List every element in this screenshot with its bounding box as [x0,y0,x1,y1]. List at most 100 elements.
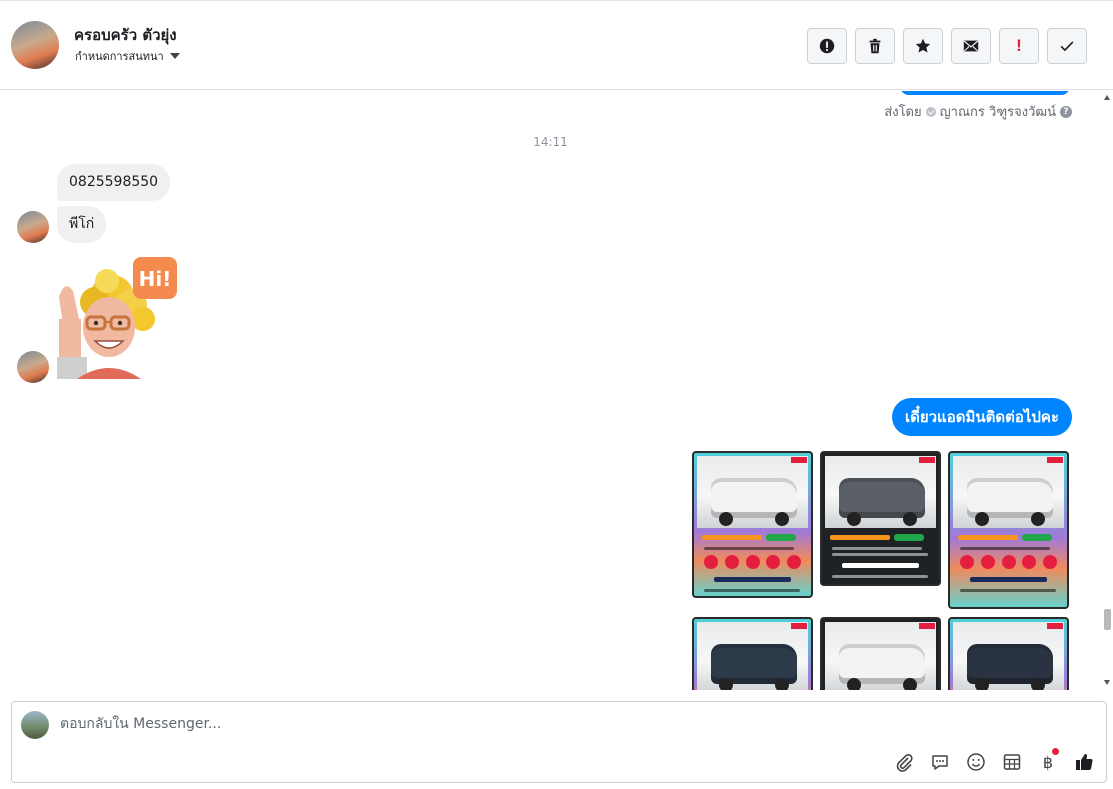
car-photo [825,622,936,690]
outgoing-message[interactable]: เดี๋ยวแอดมินติดต่อไปคะ [891,398,1072,436]
envelope-icon [963,40,979,52]
wheel-icon [975,512,989,526]
price-banner [958,535,1018,540]
thumbs-up-icon [1076,754,1093,771]
car-photo [953,622,1064,690]
countdown-row [704,555,801,571]
car-image-card[interactable] [692,617,813,690]
car-image-card[interactable] [948,617,1069,690]
help-icon[interactable]: ? [1060,105,1072,118]
sender-avatar[interactable] [17,351,49,383]
chat-bubble-icon [932,755,948,770]
countdown-dot [787,555,801,569]
countdown-dot [980,555,995,569]
promo-tag [1047,623,1063,629]
countdown-dot [1001,555,1016,569]
sent-check-icon [925,106,936,117]
message-thread[interactable]: ส่งโดย ญาณกร วิฑูรจงวัฒน์ ? 14:11 082559… [0,91,1101,690]
report-button[interactable] [807,28,847,64]
car-photo [953,456,1064,528]
wheel-icon [775,678,789,690]
wheel-icon [847,512,861,526]
sender-avatar[interactable] [17,211,49,243]
wheel-icon [903,512,917,526]
spec-line [704,547,794,550]
memoji-sticker-icon: Hi! [57,257,177,379]
wheel-icon [1031,512,1045,526]
message-timestamp: 14:11 [533,135,568,149]
countdown-dot [724,555,739,569]
emoji-button[interactable] [964,750,988,774]
delete-button[interactable] [855,28,895,64]
appointment-button[interactable] [1000,750,1024,774]
scroll-down-arrow-icon[interactable] [1104,680,1110,685]
check-icon [1060,41,1074,52]
contact-avatar[interactable] [11,21,59,69]
wheel-icon [903,678,917,690]
conversation-settings-dropdown[interactable]: กำหนดการสนทนา [75,47,180,65]
promo-tag [791,457,807,463]
spec-line [960,547,1050,550]
discount-pill [766,534,796,541]
promo-tag [919,457,935,463]
like-button[interactable] [1072,750,1096,774]
countdown-dot [1022,555,1037,569]
payment-button[interactable]: ฿ [1036,748,1060,774]
model-name-line [970,577,1047,582]
scroll-thumb[interactable] [1104,609,1111,630]
conversation-settings-label: กำหนดการสนทนา [75,50,164,63]
exclamation-icon: ! [1016,36,1022,55]
smiley-icon [967,753,985,771]
car-photo [697,456,808,528]
spam-button[interactable]: ! [999,28,1039,64]
sent-by-name[interactable]: ญาณกร วิฑูรจงวัฒน์ [940,101,1056,122]
reply-composer: ฿ [11,701,1107,783]
thread-scrollbar[interactable] [1101,91,1113,690]
hi-sticker[interactable]: Hi! [57,257,179,379]
car-image-card[interactable] [820,617,941,690]
countdown-dot [960,555,974,569]
mark-unread-button[interactable] [951,28,991,64]
discount-pill [1022,534,1052,541]
calendar-grid-icon [1003,754,1021,770]
model-name-line [714,577,791,582]
spec-line [832,547,922,550]
wheel-icon [719,678,733,690]
incoming-message[interactable]: 0825598550 [57,164,171,201]
spec-line [832,553,928,556]
baht-icon: ฿ [1042,752,1054,772]
page-avatar [21,711,49,739]
sticker-hi-text: Hi! [139,267,172,291]
promo-tag [1047,457,1063,463]
mark-done-button[interactable] [1047,28,1087,64]
footer-line [960,589,1056,592]
car-photo [825,456,936,528]
star-icon [915,38,931,53]
saved-replies-button[interactable] [928,750,952,774]
paperclip-icon [896,753,913,772]
wheel-icon [775,512,789,526]
conversation-header: ครอบครัว ตัวยุ่ง กำหนดการสนทนา ! [0,0,1113,90]
wheel-icon [719,512,733,526]
trash-icon [869,38,881,54]
car-image-card[interactable] [948,451,1069,609]
car-image-card[interactable] [820,451,941,586]
attach-button[interactable] [892,750,916,774]
caret-down-icon [169,53,180,59]
incoming-message[interactable]: พีโก่ [57,206,107,243]
notification-dot [1052,748,1059,755]
star-button[interactable] [903,28,943,64]
contact-name[interactable]: ครอบครัว ตัวยุ่ง [74,23,177,47]
countdown-dot [704,555,718,569]
wheel-icon [975,678,989,690]
price-banner [702,535,762,540]
promo-tag [791,623,807,629]
countdown-dot [766,555,781,569]
scroll-up-arrow-icon[interactable] [1104,95,1110,100]
car-image-card[interactable] [692,451,813,598]
report-icon [819,38,835,54]
wheel-icon [847,678,861,690]
footer-line [832,575,928,578]
reply-input[interactable] [60,712,960,736]
model-name-line [842,563,919,568]
